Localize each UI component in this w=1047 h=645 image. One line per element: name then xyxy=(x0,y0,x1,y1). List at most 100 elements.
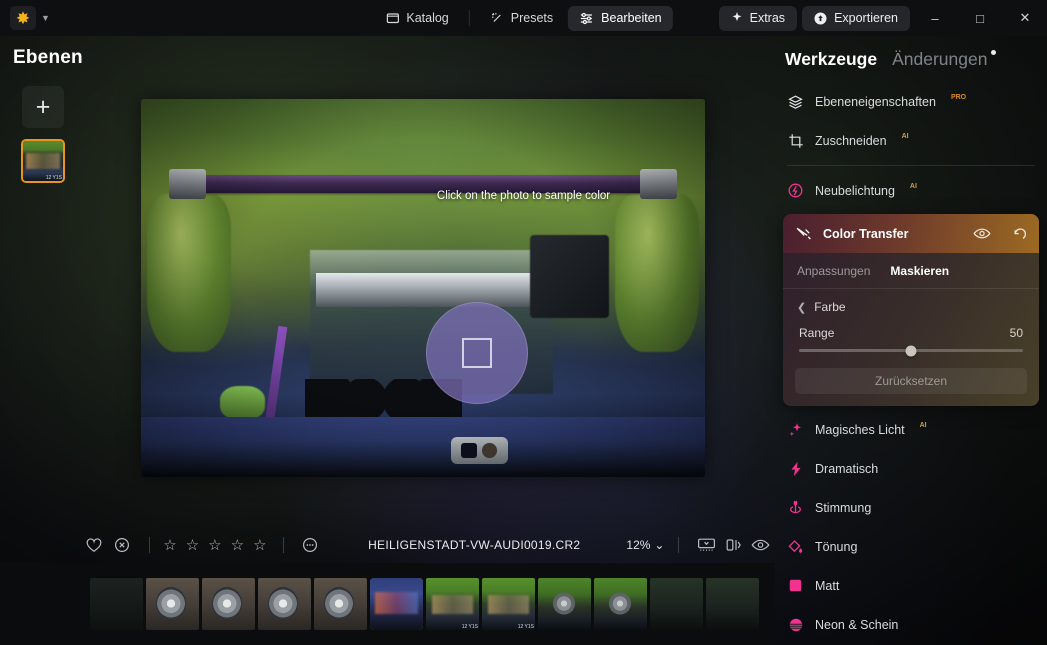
eye-icon[interactable] xyxy=(973,227,991,240)
tool-neubelichtung[interactable]: Neubelichtung AI xyxy=(775,171,1047,210)
thumb-badge: 12 Y1S xyxy=(461,624,478,630)
app-logo-menu[interactable]: ✸ ▼ xyxy=(10,6,50,30)
window-minimize-button[interactable]: – xyxy=(915,0,955,36)
ai-badge: AI xyxy=(909,183,917,190)
color-transfer-icon xyxy=(795,226,812,242)
range-slider-label: Range xyxy=(799,326,835,340)
heart-icon xyxy=(86,537,102,553)
tools-list: Ebeneneigenschaften PRO Zuschneiden AI N… xyxy=(775,82,1047,645)
tab-anpassungen[interactable]: Anpassungen xyxy=(797,264,870,278)
reset-button[interactable]: Zurücksetzen xyxy=(795,368,1027,394)
filmstrip-toggle-icon xyxy=(697,537,716,553)
color-transfer-title: Color Transfer xyxy=(823,226,909,241)
star-5[interactable]: ☆ xyxy=(253,536,266,554)
tab-maskieren[interactable]: Maskieren xyxy=(890,264,949,278)
nav-bearbeiten[interactable]: Bearbeiten xyxy=(568,5,673,31)
filmstrip[interactable]: 12 Y1S 12 Y1S xyxy=(0,563,775,645)
chevron-left-icon: ❮ xyxy=(797,301,807,314)
range-slider[interactable] xyxy=(799,345,1023,356)
range-slider-knob[interactable] xyxy=(905,345,917,356)
filmstrip-thumb-12[interactable] xyxy=(706,578,759,630)
star-rating[interactable]: ☆ ☆ ☆ ☆ ☆ xyxy=(163,536,266,554)
filmstrip-thumb-5[interactable] xyxy=(314,578,367,630)
layers-icon xyxy=(787,94,804,110)
chevron-down-icon: ⌄ xyxy=(654,538,665,552)
reject-button[interactable] xyxy=(109,527,134,563)
tool-neon-schein[interactable]: Neon & Schein xyxy=(775,605,1047,644)
filmstrip-thumb-7[interactable]: 12 Y1S xyxy=(426,578,479,630)
undo-arrow-icon[interactable] xyxy=(1012,227,1027,241)
tool-label: Ebeneneigenschaften xyxy=(815,94,936,109)
photo-canvas[interactable] xyxy=(141,99,705,477)
sun-logo-icon[interactable]: ✸ xyxy=(10,6,36,30)
color-transfer-card: Color Transfer Anpassungen Maskieren ❮ F… xyxy=(783,214,1039,406)
filmstrip-thumb-8[interactable]: 12 Y1S xyxy=(482,578,535,630)
thumb-image xyxy=(706,578,759,630)
thumb-image xyxy=(594,578,647,630)
filmstrip-thumb-2[interactable] xyxy=(146,578,199,630)
export-button[interactable]: Exportieren xyxy=(802,5,910,31)
more-options-button[interactable] xyxy=(299,527,320,563)
reject-circle-icon xyxy=(114,537,130,553)
tool-magisches-licht[interactable]: Magisches Licht AI xyxy=(775,410,1047,449)
color-sample-cursor xyxy=(462,338,492,368)
paint-bucket-icon xyxy=(787,539,804,555)
crop-icon xyxy=(787,133,804,149)
compare-button[interactable] xyxy=(720,527,747,563)
tab-aenderungen[interactable]: Änderungen xyxy=(892,49,997,70)
tool-ebeneneigenschaften[interactable]: Ebeneneigenschaften PRO xyxy=(775,82,1047,121)
filmstrip-thumb-11[interactable] xyxy=(650,578,703,630)
upload-circle-icon xyxy=(814,12,827,25)
layer-thumbnail-badge: 12 Y1S xyxy=(45,175,62,181)
chevron-down-icon[interactable]: ▼ xyxy=(41,13,50,23)
minimize-icon: – xyxy=(931,10,939,26)
tool-toenung[interactable]: Tönung xyxy=(775,527,1047,566)
section-back-row[interactable]: ❮ Farbe xyxy=(783,289,1039,316)
filmstrip-thumb-3[interactable] xyxy=(202,578,255,630)
export-label: Exportieren xyxy=(834,11,898,25)
photo-image xyxy=(141,99,705,477)
thumb-image xyxy=(314,578,367,630)
lightning-icon xyxy=(787,461,804,477)
tools-panel-tabs: Werkzeuge Änderungen xyxy=(775,36,1047,70)
nav-presets[interactable]: Presets xyxy=(479,6,564,31)
reset-label: Zurücksetzen xyxy=(874,374,948,388)
tab-werkzeuge[interactable]: Werkzeuge xyxy=(785,49,877,70)
filmstrip-toggle-button[interactable] xyxy=(693,527,720,563)
layer-thumbnail[interactable]: 12 Y1S xyxy=(21,139,65,183)
tool-zuschneiden[interactable]: Zuschneiden AI xyxy=(775,121,1047,160)
star-2[interactable]: ☆ xyxy=(186,536,199,554)
star-4[interactable]: ☆ xyxy=(231,536,244,554)
nav-katalog[interactable]: Katalog xyxy=(374,6,459,31)
filmstrip-thumb-10[interactable] xyxy=(594,578,647,630)
sparkle-wand-icon xyxy=(490,11,504,25)
ai-badge: AI xyxy=(919,422,927,429)
range-slider-value: 50 xyxy=(1009,326,1023,340)
app-window: ✸ ▼ Katalog Presets Bearbeiten Extras Ex… xyxy=(0,0,1047,645)
window-maximize-button[interactable]: □ xyxy=(960,0,1000,36)
tool-stimmung[interactable]: Stimmung xyxy=(775,488,1047,527)
star-1[interactable]: ☆ xyxy=(163,536,176,554)
add-layer-button[interactable]: + xyxy=(22,86,64,128)
filmstrip-thumb-6-selected[interactable] xyxy=(370,578,423,630)
filmstrip-thumb-1[interactable] xyxy=(90,578,143,630)
tool-dramatisch[interactable]: Dramatisch xyxy=(775,449,1047,488)
preview-toggle-button[interactable] xyxy=(747,527,775,563)
tool-label: Stimmung xyxy=(815,500,872,515)
sample-color-hint: Click on the photo to sample color xyxy=(436,190,611,202)
extras-button[interactable]: Extras xyxy=(718,5,798,31)
filmstrip-thumb-4[interactable] xyxy=(258,578,311,630)
color-sample-loupe[interactable] xyxy=(426,302,528,404)
eye-icon xyxy=(751,538,770,552)
zoom-level-selector[interactable]: 12% ⌄ xyxy=(626,538,664,552)
window-close-button[interactable]: ✕ xyxy=(1005,0,1045,36)
photo-vignette xyxy=(141,99,705,477)
favorite-button[interactable] xyxy=(78,527,109,563)
color-transfer-header[interactable]: Color Transfer xyxy=(783,214,1039,253)
color-transfer-body: Anpassungen Maskieren ❮ Farbe Range 50 Z… xyxy=(783,253,1039,406)
thumb-image: 12 Y1S xyxy=(482,578,535,630)
filmstrip-thumb-9[interactable] xyxy=(538,578,591,630)
tool-matt[interactable]: Matt xyxy=(775,566,1047,605)
photo-filename: HEILIGENSTADT-VW-AUDI0019.CR2 xyxy=(368,538,581,552)
star-3[interactable]: ☆ xyxy=(208,536,221,554)
